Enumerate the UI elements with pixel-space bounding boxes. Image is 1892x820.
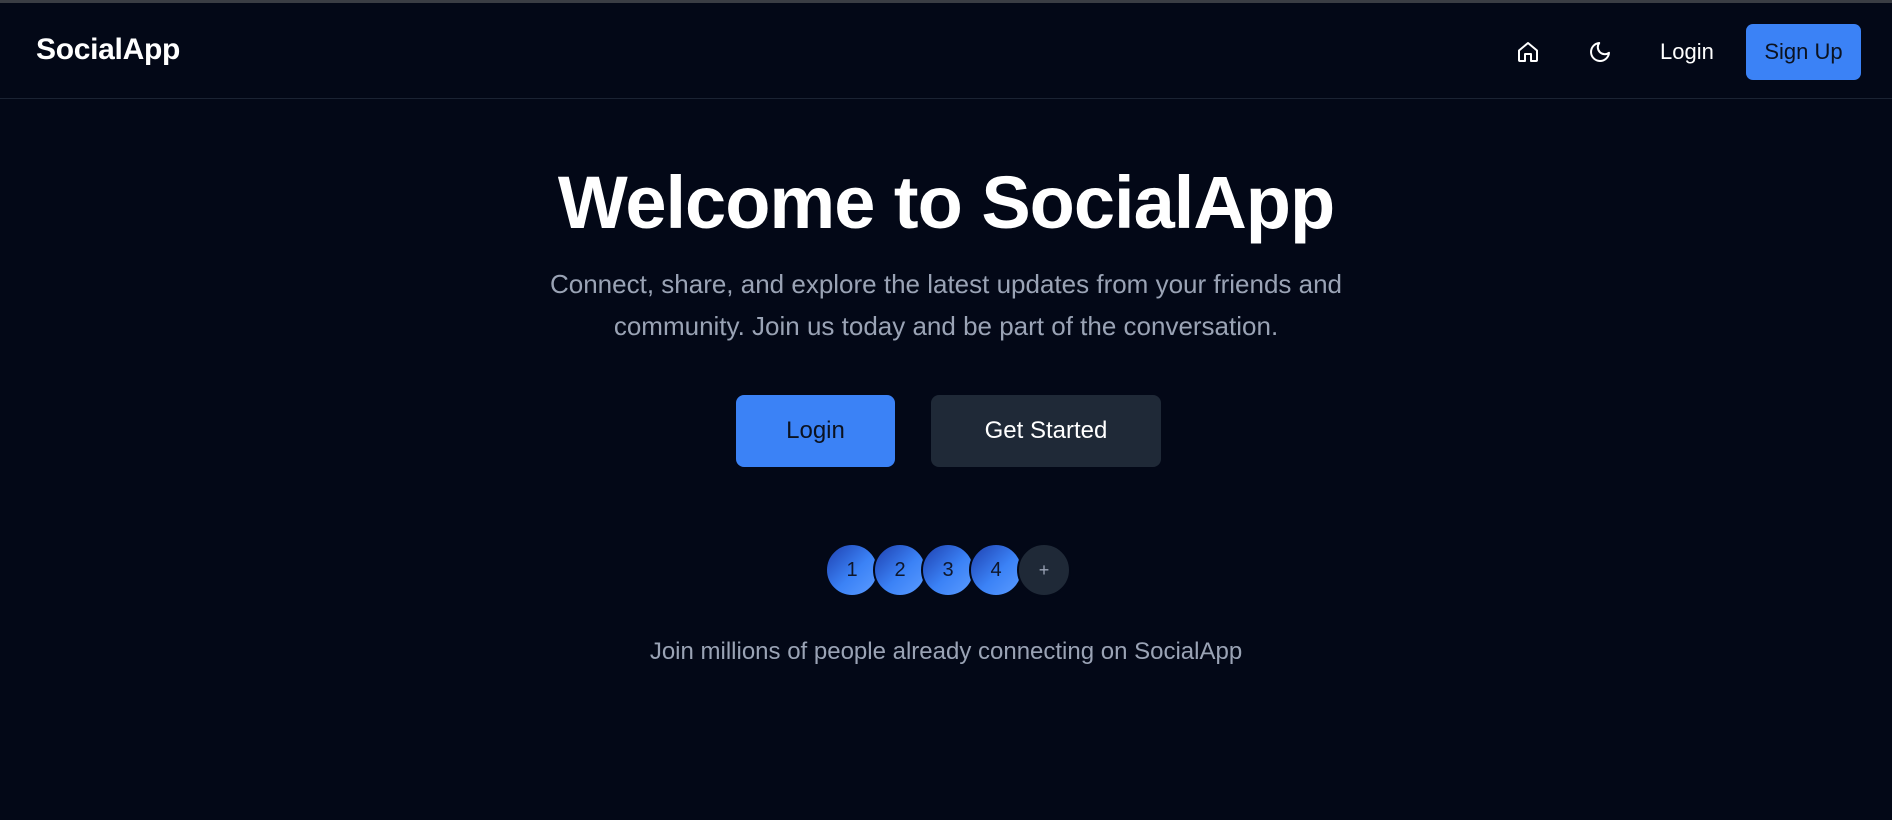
hero-title: Welcome to SocialApp xyxy=(557,161,1335,244)
hero-login-button[interactable]: Login xyxy=(736,395,895,467)
avatar-more: + xyxy=(1017,543,1071,597)
hero-subtitle: Connect, share, and explore the latest u… xyxy=(549,269,1343,341)
signup-button[interactable]: Sign Up xyxy=(1746,24,1861,80)
moon-icon[interactable] xyxy=(1585,37,1615,67)
join-tagline: Join millions of people already connecti… xyxy=(649,638,1243,665)
get-started-button[interactable]: Get Started xyxy=(931,395,1161,467)
avatar: 1 xyxy=(825,543,879,597)
avatar: 3 xyxy=(921,543,975,597)
avatar: 4 xyxy=(969,543,1023,597)
nav-login-link[interactable]: Login xyxy=(1660,39,1714,65)
brand-logo[interactable]: SocialApp xyxy=(36,33,180,67)
top-navbar: SocialApp Login Sign Up xyxy=(0,3,1892,99)
home-icon[interactable] xyxy=(1513,37,1543,67)
avatar: 2 xyxy=(873,543,927,597)
